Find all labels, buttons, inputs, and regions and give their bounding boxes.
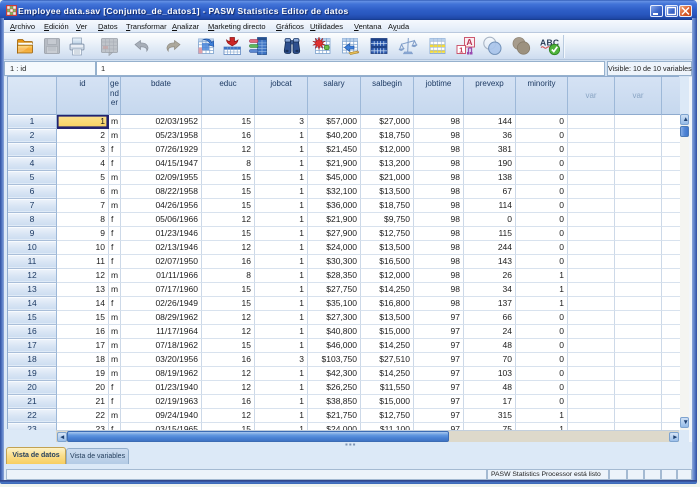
svg-text:A: A [466, 37, 472, 47]
svg-text:1: 1 [459, 45, 463, 54]
